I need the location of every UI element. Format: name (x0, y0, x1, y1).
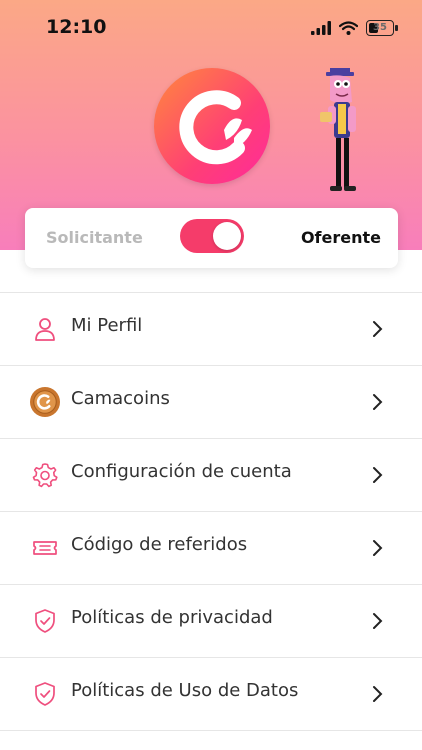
wifi-icon (339, 21, 358, 35)
gear-icon (32, 463, 58, 488)
menu-item-label: Mi Perfil (71, 315, 143, 336)
shield-check-icon (35, 609, 55, 633)
chevron-right-icon (373, 321, 383, 337)
status-icons: 35 (311, 17, 398, 39)
menu-item-politicas-uso-datos[interactable]: Políticas de Uso de Datos (0, 657, 422, 731)
role-oferente-label[interactable]: Oferente (301, 228, 381, 247)
menu-item-mi-perfil[interactable]: Mi Perfil (0, 292, 422, 365)
status-bar: 12:10 35 (0, 0, 422, 56)
menu-item-label: Políticas de Uso de Datos (71, 680, 299, 701)
shield-check-icon (35, 682, 55, 706)
menu-item-label: Código de referidos (71, 534, 248, 555)
role-toggle[interactable] (180, 219, 244, 253)
coin-icon (30, 387, 60, 417)
role-solicitante-label[interactable]: Solicitante (46, 228, 143, 247)
toggle-knob (213, 222, 241, 250)
signal-icon (311, 21, 331, 35)
menu-item-configuracion[interactable]: Configuración de cuenta (0, 438, 422, 511)
chevron-right-icon (373, 686, 383, 702)
battery-icon: 35 (366, 20, 398, 36)
menu-item-label: Configuración de cuenta (71, 461, 292, 482)
chevron-right-icon (373, 540, 383, 556)
menu-item-label: Camacoins (71, 388, 170, 409)
mascot-illustration (320, 68, 356, 191)
settings-menu: Mi Perfil Camacoins Configuración de cue… (0, 292, 422, 731)
chevron-right-icon (373, 613, 383, 629)
chevron-right-icon (373, 394, 383, 410)
menu-item-label: Políticas de privacidad (71, 607, 273, 628)
menu-item-codigo-referidos[interactable]: Código de referidos (0, 511, 422, 584)
status-time: 12:10 (46, 16, 107, 38)
app-logo (154, 68, 270, 184)
ticket-icon (33, 541, 57, 555)
role-switch-card: Solicitante Oferente (25, 208, 398, 268)
user-icon (35, 318, 55, 341)
menu-item-camacoins[interactable]: Camacoins (0, 365, 422, 438)
battery-level: 35 (373, 22, 387, 33)
menu-item-politicas-privacidad[interactable]: Políticas de privacidad (0, 584, 422, 657)
chevron-right-icon (373, 467, 383, 483)
